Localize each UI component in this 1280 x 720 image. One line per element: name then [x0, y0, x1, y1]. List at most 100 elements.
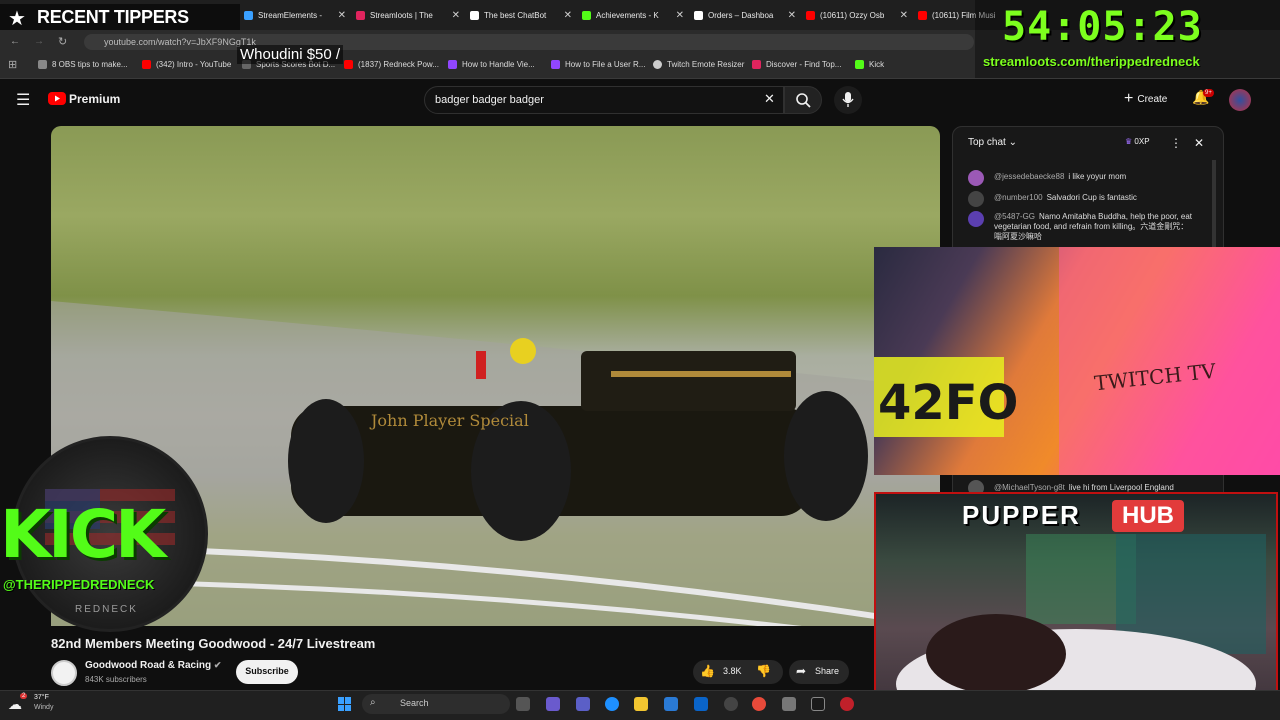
channel-name[interactable]: Goodwood Road & Racing ✔ — [85, 660, 221, 671]
outlook-icon[interactable] — [694, 697, 708, 711]
tab-title: StreamElements - — [258, 10, 323, 20]
browser-tab[interactable]: Orders – Dashboa ✕ — [688, 4, 800, 26]
bookmark-favicon-icon — [448, 60, 457, 69]
taskbar-search[interactable]: Search — [362, 694, 510, 714]
start-tile — [345, 704, 351, 711]
apps-grid-icon[interactable]: ⊞ — [8, 58, 17, 71]
tab-close-icon[interactable]: ✕ — [564, 10, 572, 21]
youtube-logo-text: Premium — [69, 92, 121, 106]
voice-search-button[interactable] — [834, 86, 862, 114]
chat-author[interactable]: @5487-GG — [994, 212, 1035, 221]
weather-icon[interactable]: ☁ — [8, 696, 22, 713]
back-icon[interactable]: ← — [10, 36, 20, 47]
thumbs-up-icon: 👍 — [700, 664, 715, 678]
browser-tab[interactable]: Streamloots | The ✕ — [350, 4, 464, 26]
browser-tab[interactable]: StreamElements - ✕ — [238, 4, 350, 26]
browser-tab[interactable]: Achievements - K ✕ — [576, 4, 688, 26]
tab-close-icon[interactable]: ✕ — [338, 10, 346, 21]
bookmark-label: How to File a User R... — [565, 60, 646, 69]
share-icon: ➦ — [796, 664, 807, 678]
tab-title: (10611) Ozzy Osb — [820, 10, 885, 20]
bookmark-item[interactable]: How to Handle Vie... — [448, 60, 535, 69]
forward-icon[interactable]: → — [34, 36, 44, 47]
browser-tab[interactable]: The best ChatBot ✕ — [464, 4, 576, 26]
start-tile — [338, 697, 344, 704]
file-explorer-icon[interactable] — [634, 697, 648, 711]
search-input[interactable]: badger badger badger — [424, 86, 784, 114]
task-view-icon[interactable] — [516, 697, 530, 711]
tab-close-icon[interactable]: ✕ — [788, 10, 796, 21]
youtube-logo-icon[interactable] — [48, 92, 66, 105]
chat-text: live hi from Liverpool England — [1068, 483, 1174, 492]
star-icon: ★ — [8, 8, 26, 30]
terminal-icon[interactable] — [811, 697, 825, 711]
tab-close-icon[interactable]: ✕ — [452, 10, 460, 21]
chat-author[interactable]: @MichaelTyson-g8t — [994, 483, 1065, 492]
play-icon — [55, 95, 60, 102]
crown-icon: ♛ — [1125, 137, 1133, 146]
windows-start-icon[interactable] — [338, 697, 352, 711]
plus-icon: + — [1124, 90, 1134, 107]
bookmark-item[interactable]: (342) Intro - YouTube — [142, 60, 231, 69]
tab-favicon-icon — [244, 10, 253, 20]
url-field[interactable]: youtube.com/watch?v=JbXF9NGgT1k — [84, 34, 974, 50]
weather-condition: Windy — [34, 704, 54, 711]
bookmark-item[interactable]: 8 OBS tips to make... — [38, 60, 128, 69]
reload-icon[interactable]: ↻ — [58, 35, 67, 48]
chat-avatar — [968, 191, 984, 207]
subscribe-button[interactable]: Subscribe — [236, 660, 298, 684]
avatar[interactable] — [1229, 89, 1251, 111]
store-icon[interactable] — [664, 697, 678, 711]
bookmark-favicon-icon — [344, 60, 353, 69]
bookmark-item[interactable]: Twitch Emote Resizer — [653, 60, 744, 69]
browser-tab[interactable]: (10611) Ozzy Osb ✕ — [800, 4, 912, 26]
chrome-icon[interactable] — [752, 697, 766, 711]
svg-text:John Player Special: John Player Special — [369, 411, 529, 430]
bookmark-favicon-icon — [38, 60, 47, 69]
channel-avatar[interactable] — [51, 660, 77, 686]
tab-close-icon[interactable]: ✕ — [676, 10, 684, 21]
bookmark-label: Kick — [869, 60, 885, 69]
bookmark-item[interactable]: Kick — [855, 60, 884, 69]
clear-search-icon[interactable]: ✕ — [764, 91, 775, 107]
menu-icon[interactable]: ☰ — [16, 90, 30, 110]
chat-text: Salvadori Cup is fantastic — [1046, 193, 1137, 202]
bookmark-item[interactable]: (1837) Redneck Pow... — [344, 60, 439, 69]
kick-logo-text: KICK — [0, 496, 166, 573]
bookmark-label: Twitch Emote Resizer — [667, 60, 745, 69]
chat-mode-dropdown[interactable]: Top chat ⌄ — [968, 137, 1017, 148]
tab-favicon-icon — [356, 10, 365, 20]
tab-close-icon[interactable]: ✕ — [900, 10, 908, 21]
subscriber-count: 843K subscribers — [85, 675, 147, 684]
more-options-icon[interactable]: ⋮ — [1170, 136, 1182, 150]
chat-author[interactable]: @number100 — [994, 193, 1043, 202]
chat-text: i like yoyur mom — [1068, 172, 1127, 181]
bookmark-item[interactable]: Discover - Find Top... — [752, 60, 841, 69]
search-button[interactable] — [784, 86, 822, 114]
chat-message: @5487-GG Namo Amitabha Buddha, help the p… — [994, 212, 1194, 242]
xp-badge[interactable]: ♛ 0XP — [1125, 137, 1150, 146]
bookmark-label: (1837) Redneck Pow... — [358, 60, 439, 69]
chat-title: Top chat — [968, 137, 1006, 148]
chat-scrollbar[interactable] — [1212, 160, 1216, 250]
thumbs-down-icon[interactable]: 👎 — [756, 664, 771, 678]
search-icon — [796, 93, 811, 108]
obs-icon[interactable] — [724, 697, 738, 711]
teams-icon[interactable] — [576, 697, 590, 711]
bookmark-label: 8 OBS tips to make... — [52, 60, 128, 69]
kick-subtext: REDNECK — [75, 604, 138, 615]
edge-icon[interactable] — [605, 697, 619, 711]
copilot-icon[interactable] — [546, 697, 560, 711]
chat-message: @jessedebaecke88 i like yoyur mom — [994, 172, 1194, 182]
svg-text:42FO: 42FO — [878, 375, 1018, 431]
close-chat-icon[interactable]: ✕ — [1194, 136, 1204, 150]
video-title: 82nd Members Meeting Goodwood - 24/7 Liv… — [51, 636, 376, 651]
app-icon[interactable] — [782, 697, 796, 711]
bookmark-item[interactable]: How to File a User R... — [551, 60, 645, 69]
chat-author[interactable]: @jessedebaecke88 — [994, 172, 1064, 181]
tab-favicon-icon — [470, 10, 479, 20]
app-icon[interactable] — [840, 697, 854, 711]
create-button[interactable]: + Create — [1124, 88, 1167, 110]
chat-avatar — [968, 211, 984, 227]
microphone-icon — [842, 92, 854, 107]
